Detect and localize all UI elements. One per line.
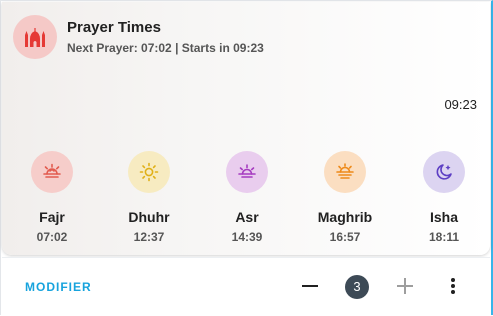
- prayer-time: 07:02: [36, 230, 68, 244]
- prayer-name: Dhuhr: [128, 209, 170, 225]
- plus-icon: [397, 278, 413, 294]
- current-time: 09:23: [444, 97, 477, 112]
- prayer-time: 16:57: [329, 230, 361, 244]
- sun-horizon-icon: [226, 151, 268, 193]
- window-frame: Prayer Times Next Prayer: 07:02 | Starts…: [0, 0, 493, 316]
- prayer-name: Maghrib: [317, 209, 373, 225]
- prayer-item-dhuhr: Dhuhr 12:37: [109, 151, 189, 244]
- sun-icon: [128, 151, 170, 193]
- prayer-time: 18:11: [428, 230, 460, 244]
- minus-button[interactable]: [298, 274, 322, 298]
- more-vert-icon: [451, 278, 455, 294]
- card-footer: MODIFIER 3: [2, 257, 490, 316]
- prayer-list: Fajr 07:02 Dhuhr 12:37 Asr 14:39 Maghrib…: [2, 151, 490, 251]
- mosque-icon: [13, 15, 57, 59]
- prayer-times-card: Prayer Times Next Prayer: 07:02 | Starts…: [2, 2, 490, 255]
- next-prayer-subtitle: Next Prayer: 07:02 | Starts in 09:23: [67, 41, 264, 55]
- prayer-item-isha: Isha 18:11: [404, 151, 484, 244]
- plus-button[interactable]: [393, 274, 417, 298]
- prayer-name: Fajr: [39, 209, 65, 225]
- sunrise-icon: [31, 151, 73, 193]
- prayer-item-fajr: Fajr 07:02: [12, 151, 92, 244]
- more-options-button[interactable]: [441, 274, 465, 298]
- minus-icon: [302, 285, 318, 287]
- prayer-item-maghrib: Maghrib 16:57: [305, 151, 385, 244]
- sunset-icon: [324, 151, 366, 193]
- prayer-name: Asr: [235, 209, 259, 225]
- prayer-name: Isha: [429, 209, 458, 225]
- prayer-item-asr: Asr 14:39: [207, 151, 287, 244]
- prayer-time: 14:39: [231, 230, 263, 244]
- count-badge: 3: [345, 275, 369, 299]
- modifier-button[interactable]: MODIFIER: [25, 280, 92, 294]
- prayer-time: 12:37: [133, 230, 165, 244]
- card-title: Prayer Times: [67, 19, 161, 36]
- moon-star-icon: [423, 151, 465, 193]
